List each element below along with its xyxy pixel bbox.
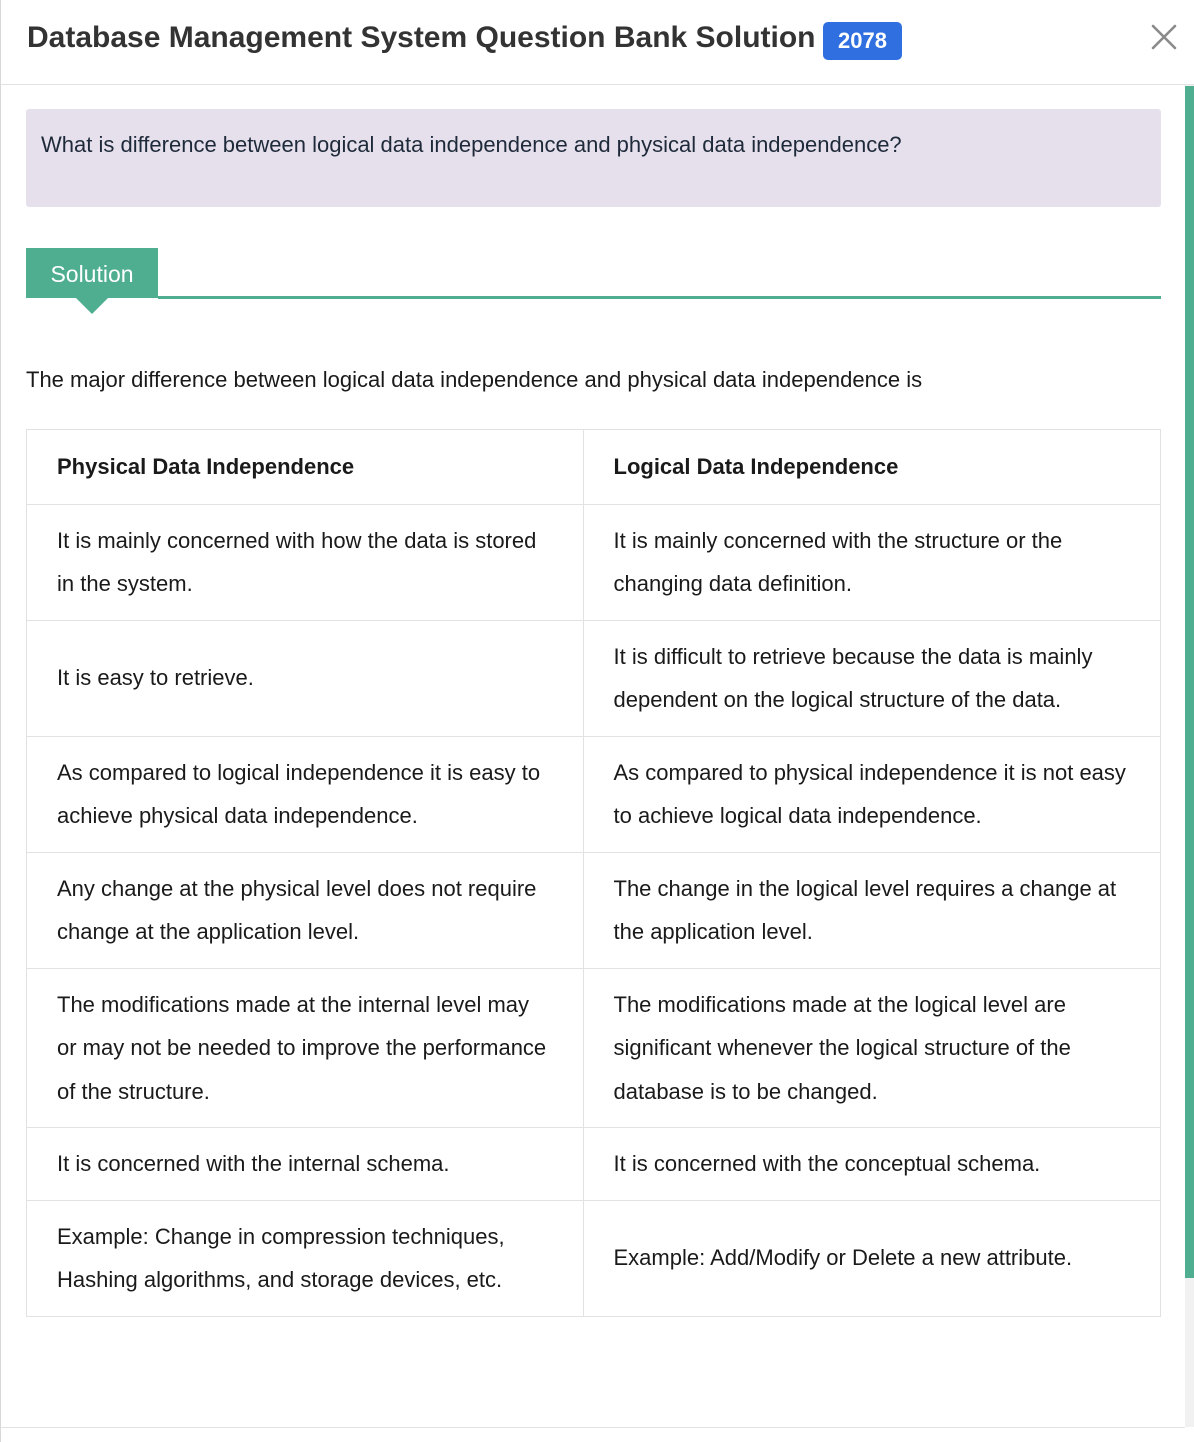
question-box: What is difference between logical data … [26,109,1161,207]
table-row: Any change at the physical level does no… [26,851,1161,969]
table-row: It is mainly concerned with how the data… [26,503,1161,621]
table-cell-physical: It is concerned with the internal schema… [26,1127,584,1201]
table-row: It is easy to retrieve. It is difficult … [26,619,1161,737]
solution-tab-pointer [76,298,108,314]
close-icon [1151,24,1177,50]
table-cell-physical: It is mainly concerned with how the data… [26,503,584,621]
table-cell-physical: Any change at the physical level does no… [26,851,584,969]
solution-modal: Database Management System Question Bank… [0,0,1194,1442]
table-cell-physical: It is easy to retrieve. [26,619,584,737]
table-row: As compared to logical independence it i… [26,735,1161,853]
table-header-row: Physical Data Independence Logical Data … [26,429,1161,505]
table-cell-logical: It is difficult to retrieve because the … [582,619,1161,737]
table-cell-physical: The modifications made at the internal l… [26,967,584,1128]
year-badge: 2078 [823,22,902,60]
table-row: It is concerned with the internal schema… [26,1127,1161,1201]
table-cell-logical: Example: Add/Modify or Delete a new attr… [582,1199,1161,1317]
solution-tab: Solution [26,248,158,298]
table-cell-logical: The modifications made at the logical le… [582,967,1161,1128]
modal-header: Database Management System Question Bank… [1,0,1194,85]
solution-intro: The major difference between logical dat… [26,367,923,392]
table-cell-physical: Example: Change in compression technique… [26,1199,584,1317]
column-header-physical: Physical Data Independence [26,429,584,505]
table-cell-logical: It is concerned with the conceptual sche… [582,1127,1161,1201]
solution-divider [158,296,1161,299]
column-header-logical: Logical Data Independence [582,429,1161,505]
close-button[interactable] [1147,20,1181,54]
table-cell-logical: As compared to physical independence it … [582,735,1161,853]
modal-footer-divider [1,1427,1185,1428]
scrollbar-thumb[interactable] [1185,86,1194,1278]
modal-title: Database Management System Question Bank… [27,21,816,54]
comparison-table: Physical Data Independence Logical Data … [26,429,1161,1317]
table-cell-physical: As compared to logical independence it i… [26,735,584,853]
table-row: The modifications made at the internal l… [26,967,1161,1128]
table-row: Example: Change in compression technique… [26,1199,1161,1317]
table-cell-logical: The change in the logical level requires… [582,851,1161,969]
table-cell-logical: It is mainly concerned with the structur… [582,503,1161,621]
question-text: What is difference between logical data … [41,132,902,157]
